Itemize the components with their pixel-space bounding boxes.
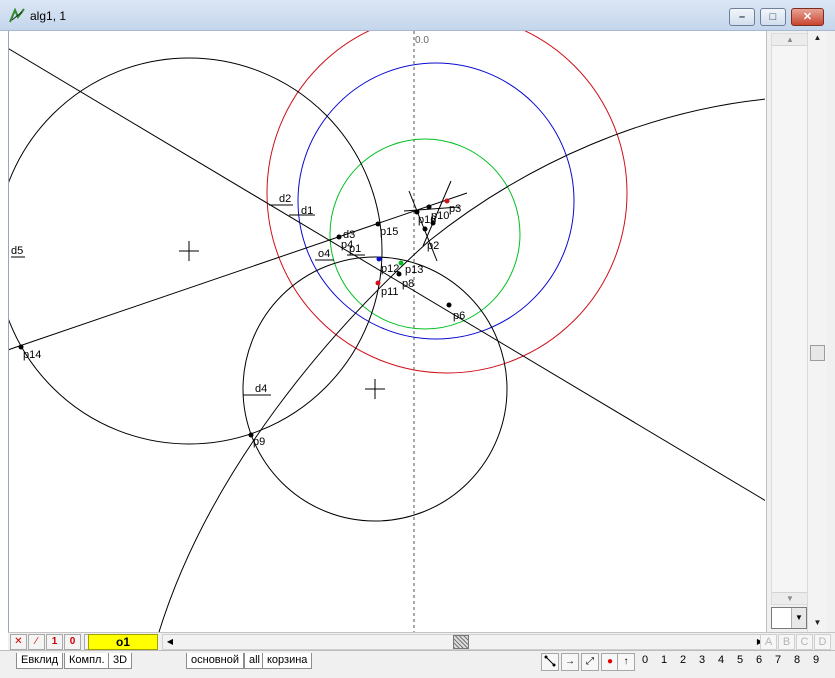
title-bar: alg1, 1 – □ ✕	[0, 0, 835, 31]
label-p2: p2	[427, 240, 439, 252]
resize-icon[interactable]: ⤢	[581, 653, 599, 671]
digit-2[interactable]: 2	[676, 654, 690, 666]
current-object-display: o1	[88, 634, 158, 650]
label-p12: p12	[381, 263, 399, 275]
btn-a[interactable]: A	[760, 634, 777, 650]
window-title: alg1, 1	[30, 9, 67, 23]
tab-euclid[interactable]: Евклид	[16, 653, 64, 669]
scroll-up-arrow[interactable]: ▲	[772, 34, 808, 46]
scroll-down-icon[interactable]: ▼	[810, 616, 825, 630]
tab-trash[interactable]: корзина	[262, 653, 313, 669]
layer-combo[interactable]: ▼	[771, 607, 807, 629]
point-p11	[375, 280, 381, 286]
one-button[interactable]: 1	[46, 634, 63, 650]
scroll-up-icon[interactable]: ▲	[810, 31, 825, 45]
label-p15: p15	[380, 226, 398, 238]
status-toolbar: ✕ ∕ 1 0 0 o1 ◀ ▶ A B C D	[8, 632, 835, 650]
vertical-scrollbar-left[interactable]: ▲ ▼	[771, 33, 809, 605]
app-icon	[9, 8, 25, 23]
geometry-canvas[interactable]: 0.0 d5 d2 d1 d3 p4 p1 o4 p15 p16 p10 p3 …	[8, 31, 765, 632]
label-p10: p10	[431, 210, 449, 222]
digit-8[interactable]: 8	[790, 654, 804, 666]
curve-d4	[158, 98, 765, 632]
label-p6: p6	[453, 310, 465, 322]
right-panel: ▲ ▼ ▲ ▼ ▼	[766, 31, 835, 632]
btn-c[interactable]: C	[796, 634, 813, 650]
green-circle	[329, 138, 521, 330]
scroll-down-arrow[interactable]: ▼	[772, 592, 808, 604]
point-p12	[376, 256, 382, 262]
zero-button[interactable]: 0	[64, 634, 81, 650]
digit-7[interactable]: 7	[771, 654, 785, 666]
label-p13: p13	[405, 264, 423, 276]
geometry-drawing[interactable]: 0.0 d5 d2 d1 d3 p4 p1 o4 p15 p16 p10 p3 …	[9, 31, 765, 632]
line-tool-button[interactable]: ∕	[28, 634, 45, 650]
point-p6	[446, 302, 452, 308]
digit-1[interactable]: 1	[657, 654, 671, 666]
label-p1: p1	[349, 243, 361, 255]
label-d4: d4	[255, 383, 267, 395]
digit-3[interactable]: 3	[695, 654, 709, 666]
bottom-toolbar: Евклид Компл. 3D основной all корзина → …	[0, 650, 835, 678]
close-button[interactable]: ✕	[791, 8, 824, 26]
hscroll-thumb[interactable]	[453, 635, 469, 649]
digit-6[interactable]: 6	[752, 654, 766, 666]
label-d5: d5	[11, 245, 23, 257]
scroll-left-icon[interactable]: ◀	[163, 635, 177, 649]
digit-4[interactable]: 4	[714, 654, 728, 666]
vertical-scrollbar[interactable]: ▲ ▼	[807, 31, 827, 632]
tab-complex[interactable]: Компл.	[64, 653, 110, 669]
label-p8: p8	[402, 278, 414, 290]
btn-d[interactable]: D	[814, 634, 831, 650]
segment-tool-icon[interactable]	[541, 653, 559, 671]
arrow-right-icon[interactable]: →	[561, 653, 579, 671]
tab-3d[interactable]: 3D	[108, 653, 133, 669]
tab-main[interactable]: основной	[186, 653, 244, 669]
point-p10	[426, 204, 432, 210]
digit-9[interactable]: 9	[809, 654, 823, 666]
label-p3: p3	[449, 203, 461, 215]
axis-label: 0.0	[415, 35, 429, 46]
minimize-button[interactable]: –	[729, 8, 755, 26]
scroll-thumb[interactable]	[810, 345, 825, 361]
arrow-up-icon[interactable]: ↑	[617, 653, 635, 671]
digit-5[interactable]: 5	[733, 654, 747, 666]
label-p9: p9	[253, 436, 265, 448]
btn-b[interactable]: B	[778, 634, 795, 650]
label-o4: o4	[318, 248, 330, 260]
chevron-down-icon[interactable]: ▼	[791, 608, 806, 628]
blue-circle	[297, 62, 575, 340]
label-p11: p11	[381, 286, 399, 298]
point-p2	[422, 226, 428, 232]
maximize-button[interactable]: □	[760, 8, 786, 26]
delete-button[interactable]: ✕	[10, 634, 27, 650]
label-d2: d2	[279, 193, 291, 205]
horizontal-scrollbar[interactable]: ◀ ▶	[162, 634, 768, 650]
label-p14: p14	[23, 349, 41, 361]
digit-0[interactable]: 0	[638, 654, 652, 666]
